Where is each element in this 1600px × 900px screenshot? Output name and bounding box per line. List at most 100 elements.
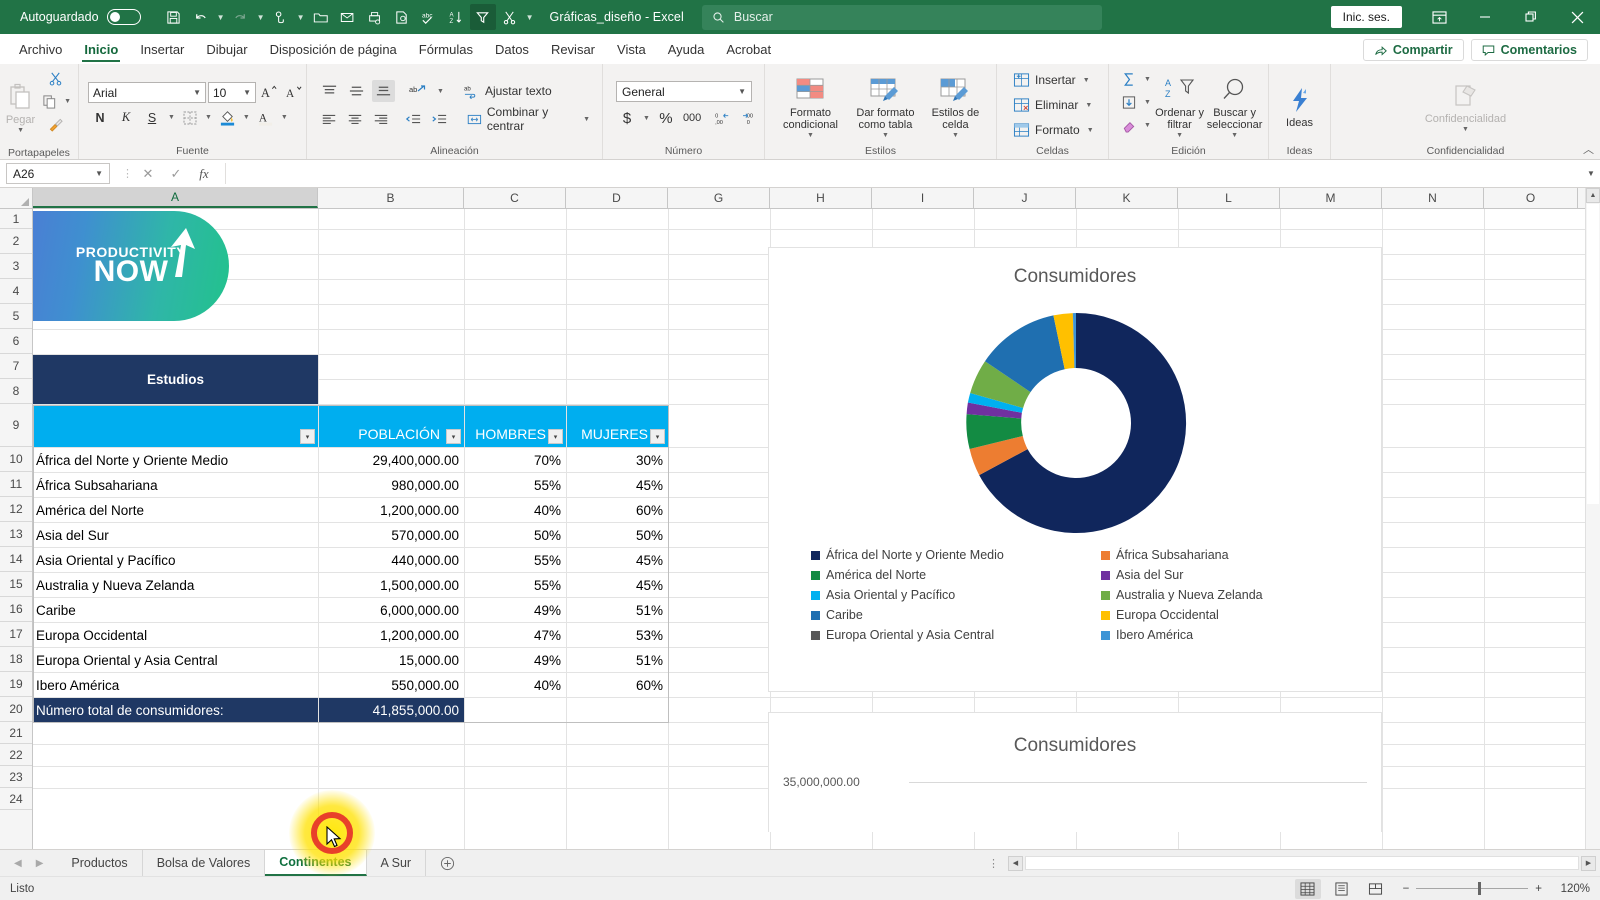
- decrease-font-size-button[interactable]: A: [283, 82, 306, 104]
- legend-item[interactable]: Asia Oriental y Pacífico: [811, 588, 1101, 602]
- italic-button[interactable]: K: [114, 107, 138, 129]
- insert-dropdown-icon[interactable]: ▼: [1081, 77, 1092, 84]
- tab-revisar[interactable]: Revisar: [540, 38, 606, 64]
- search-input[interactable]: Buscar: [701, 4, 1102, 30]
- zoom-track[interactable]: [1416, 882, 1529, 895]
- column-header-H[interactable]: H: [770, 188, 872, 208]
- sort-filter-dropdown-icon[interactable]: ▼: [1174, 132, 1185, 139]
- percent-format-button[interactable]: %: [655, 107, 677, 129]
- column-header-L[interactable]: L: [1178, 188, 1280, 208]
- row-header-21[interactable]: 21: [0, 722, 32, 744]
- select-all-button[interactable]: [0, 188, 33, 208]
- row-header-24[interactable]: 24: [0, 788, 32, 810]
- name-box-dropdown-icon[interactable]: ▼: [95, 169, 103, 178]
- number-format-select[interactable]: General ▼: [616, 81, 752, 102]
- column-header-N[interactable]: N: [1382, 188, 1484, 208]
- tab-archivo[interactable]: Archivo: [8, 38, 73, 64]
- column-header-J[interactable]: J: [974, 188, 1076, 208]
- redo-icon[interactable]: [228, 4, 254, 30]
- undo-icon[interactable]: [188, 4, 214, 30]
- row-header-3[interactable]: 3: [0, 254, 32, 279]
- fill-color-dropdown-icon[interactable]: ▼: [241, 114, 252, 121]
- insert-cells-button[interactable]: Insertar ▼: [1008, 68, 1097, 92]
- sheet-prev-icon[interactable]: ◀: [14, 858, 22, 869]
- row-header-4[interactable]: 4: [0, 279, 32, 304]
- copy-dropdown-icon[interactable]: ▼: [62, 98, 73, 105]
- tab-vista[interactable]: Vista: [606, 38, 657, 64]
- zoom-in-button[interactable]: +: [1535, 883, 1542, 895]
- zoom-slider[interactable]: − +: [1403, 882, 1542, 895]
- row-header-19[interactable]: 19: [0, 672, 32, 697]
- sensitivity-dropdown-icon[interactable]: ▼: [1460, 126, 1471, 133]
- row-header-10[interactable]: 10: [0, 447, 32, 472]
- column-header-A[interactable]: A: [33, 188, 318, 208]
- row-header-17[interactable]: 17: [0, 622, 32, 647]
- tab-acrobat[interactable]: Acrobat: [715, 38, 782, 64]
- page-break-icon[interactable]: [1363, 879, 1389, 899]
- align-top-button[interactable]: [318, 80, 341, 102]
- minimize-button[interactable]: [1462, 0, 1508, 34]
- delete-dropdown-icon[interactable]: ▼: [1083, 102, 1094, 109]
- font-color-button[interactable]: A: [254, 107, 277, 129]
- align-middle-button[interactable]: [345, 80, 368, 102]
- touch-mode-icon[interactable]: [268, 4, 294, 30]
- autosave-toggle[interactable]: Autoguardado: [10, 7, 149, 27]
- check-icon[interactable]: ✓: [163, 166, 189, 182]
- cell-styles-dropdown-icon[interactable]: ▼: [950, 132, 961, 139]
- ribbon-display-options-icon[interactable]: [1416, 0, 1462, 34]
- find-select-button[interactable]: Buscar y seleccionar ▼: [1206, 71, 1263, 139]
- row-header-15[interactable]: 15: [0, 572, 32, 597]
- collapse-ribbon-icon[interactable]: ︿: [1583, 141, 1594, 157]
- borders-dropdown-icon[interactable]: ▼: [203, 114, 214, 121]
- scroll-up-arrow[interactable]: ▲: [1586, 188, 1600, 203]
- ideas-button[interactable]: Ideas: [1274, 81, 1325, 130]
- cut-button[interactable]: [38, 67, 73, 89]
- column-header-K[interactable]: K: [1076, 188, 1178, 208]
- tab-datos[interactable]: Datos: [484, 38, 540, 64]
- sheet-tab-continentes[interactable]: Continentes: [265, 850, 367, 876]
- legend-item[interactable]: Asia del Sur: [1101, 568, 1361, 582]
- row-header-12[interactable]: 12: [0, 497, 32, 522]
- horizontal-scrollbar[interactable]: ⋮ ◀ ▶: [980, 850, 1600, 876]
- bold-button[interactable]: N: [88, 107, 112, 129]
- sheet-tab-a-sur[interactable]: A Sur: [367, 850, 427, 876]
- tab-ayuda[interactable]: Ayuda: [657, 38, 716, 64]
- decrease-indent-button[interactable]: [402, 108, 424, 130]
- font-size-input[interactable]: 10 ▼: [208, 82, 256, 103]
- redo-dropdown-icon[interactable]: ▼: [255, 13, 267, 22]
- row-header-13[interactable]: 13: [0, 522, 32, 547]
- underline-button[interactable]: S: [140, 107, 164, 129]
- increase-decimal-button[interactable]: 0,00: [712, 107, 736, 129]
- decrease-decimal-button[interactable]: 00 0: [739, 107, 763, 129]
- autosum-button[interactable]: [1118, 68, 1140, 90]
- legend-item[interactable]: África del Norte y Oriente Medio: [811, 548, 1101, 562]
- sheet-next-icon[interactable]: ▶: [36, 858, 44, 869]
- zoom-thumb[interactable]: [1478, 882, 1482, 895]
- open-icon[interactable]: [308, 4, 334, 30]
- font-color-dropdown-icon[interactable]: ▼: [279, 114, 290, 121]
- hscroll-right-arrow[interactable]: ▶: [1581, 855, 1596, 871]
- sort-filter-button[interactable]: AZ Ordenar y filtrar ▼: [1153, 71, 1206, 139]
- formula-input[interactable]: [225, 163, 1576, 184]
- expand-formula-bar-icon[interactable]: ▼: [1582, 169, 1600, 178]
- scrollbar-grip-icon[interactable]: ⋮: [980, 857, 1008, 870]
- quick-print-icon[interactable]: [362, 4, 388, 30]
- share-button[interactable]: Compartir: [1362, 39, 1464, 61]
- legend-item[interactable]: Caribe: [811, 608, 1101, 622]
- name-box[interactable]: A26 ▼: [6, 163, 110, 184]
- row-header-8[interactable]: 8: [0, 379, 32, 404]
- row-header-9[interactable]: 9: [0, 404, 32, 447]
- column-header-C[interactable]: C: [464, 188, 566, 208]
- orientation-dropdown-icon[interactable]: ▼: [435, 88, 446, 95]
- row-header-5[interactable]: 5: [0, 304, 32, 329]
- align-center-button[interactable]: [344, 108, 366, 130]
- row-header-14[interactable]: 14: [0, 547, 32, 572]
- legend-item[interactable]: Australia y Nueva Zelanda: [1101, 588, 1361, 602]
- column-header-B[interactable]: B: [318, 188, 464, 208]
- format-dropdown-icon[interactable]: ▼: [1085, 127, 1096, 134]
- format-cells-button[interactable]: Formato ▼: [1008, 118, 1101, 142]
- column-header-M[interactable]: M: [1280, 188, 1382, 208]
- currency-dropdown-icon[interactable]: ▼: [641, 115, 652, 122]
- spelling-icon[interactable]: abc: [416, 4, 442, 30]
- row-header-11[interactable]: 11: [0, 472, 32, 497]
